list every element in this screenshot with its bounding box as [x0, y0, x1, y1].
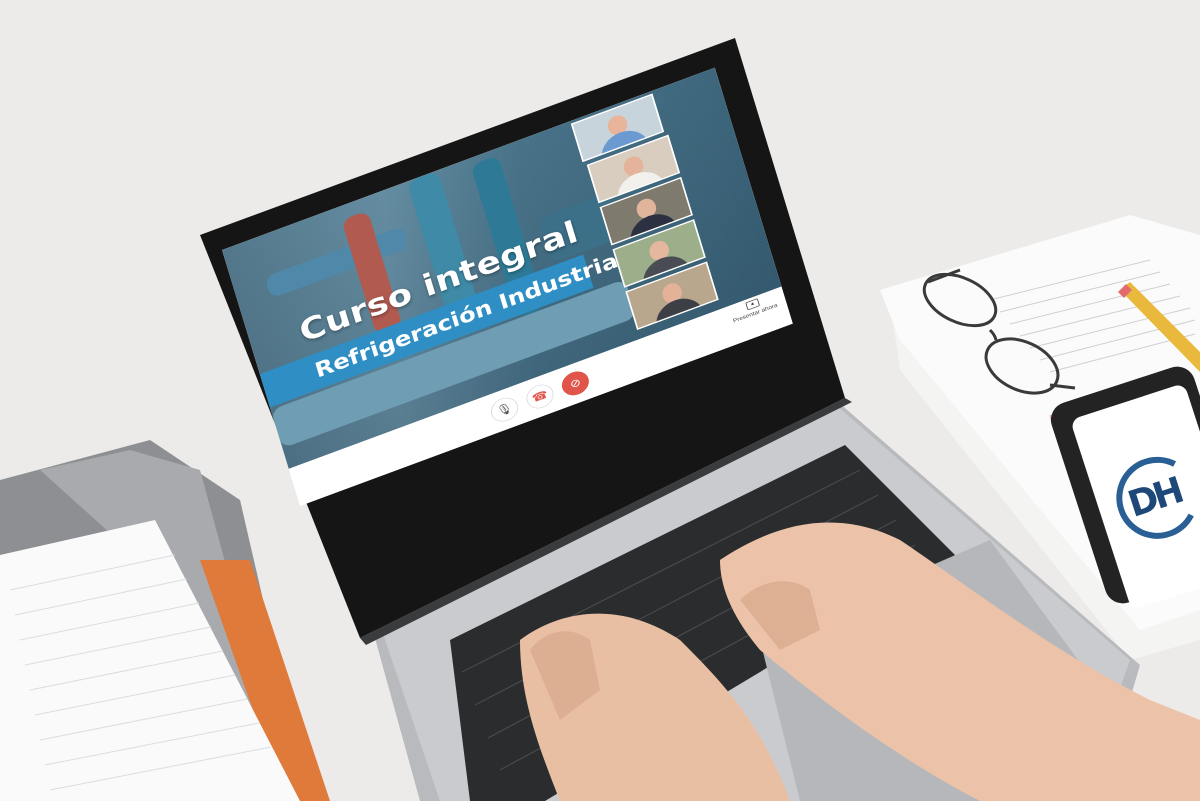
camera-off-icon: ⊘ [568, 376, 583, 392]
hang-up-icon: ☎ [530, 388, 550, 406]
microphone-icon: 🎙 [495, 401, 515, 419]
